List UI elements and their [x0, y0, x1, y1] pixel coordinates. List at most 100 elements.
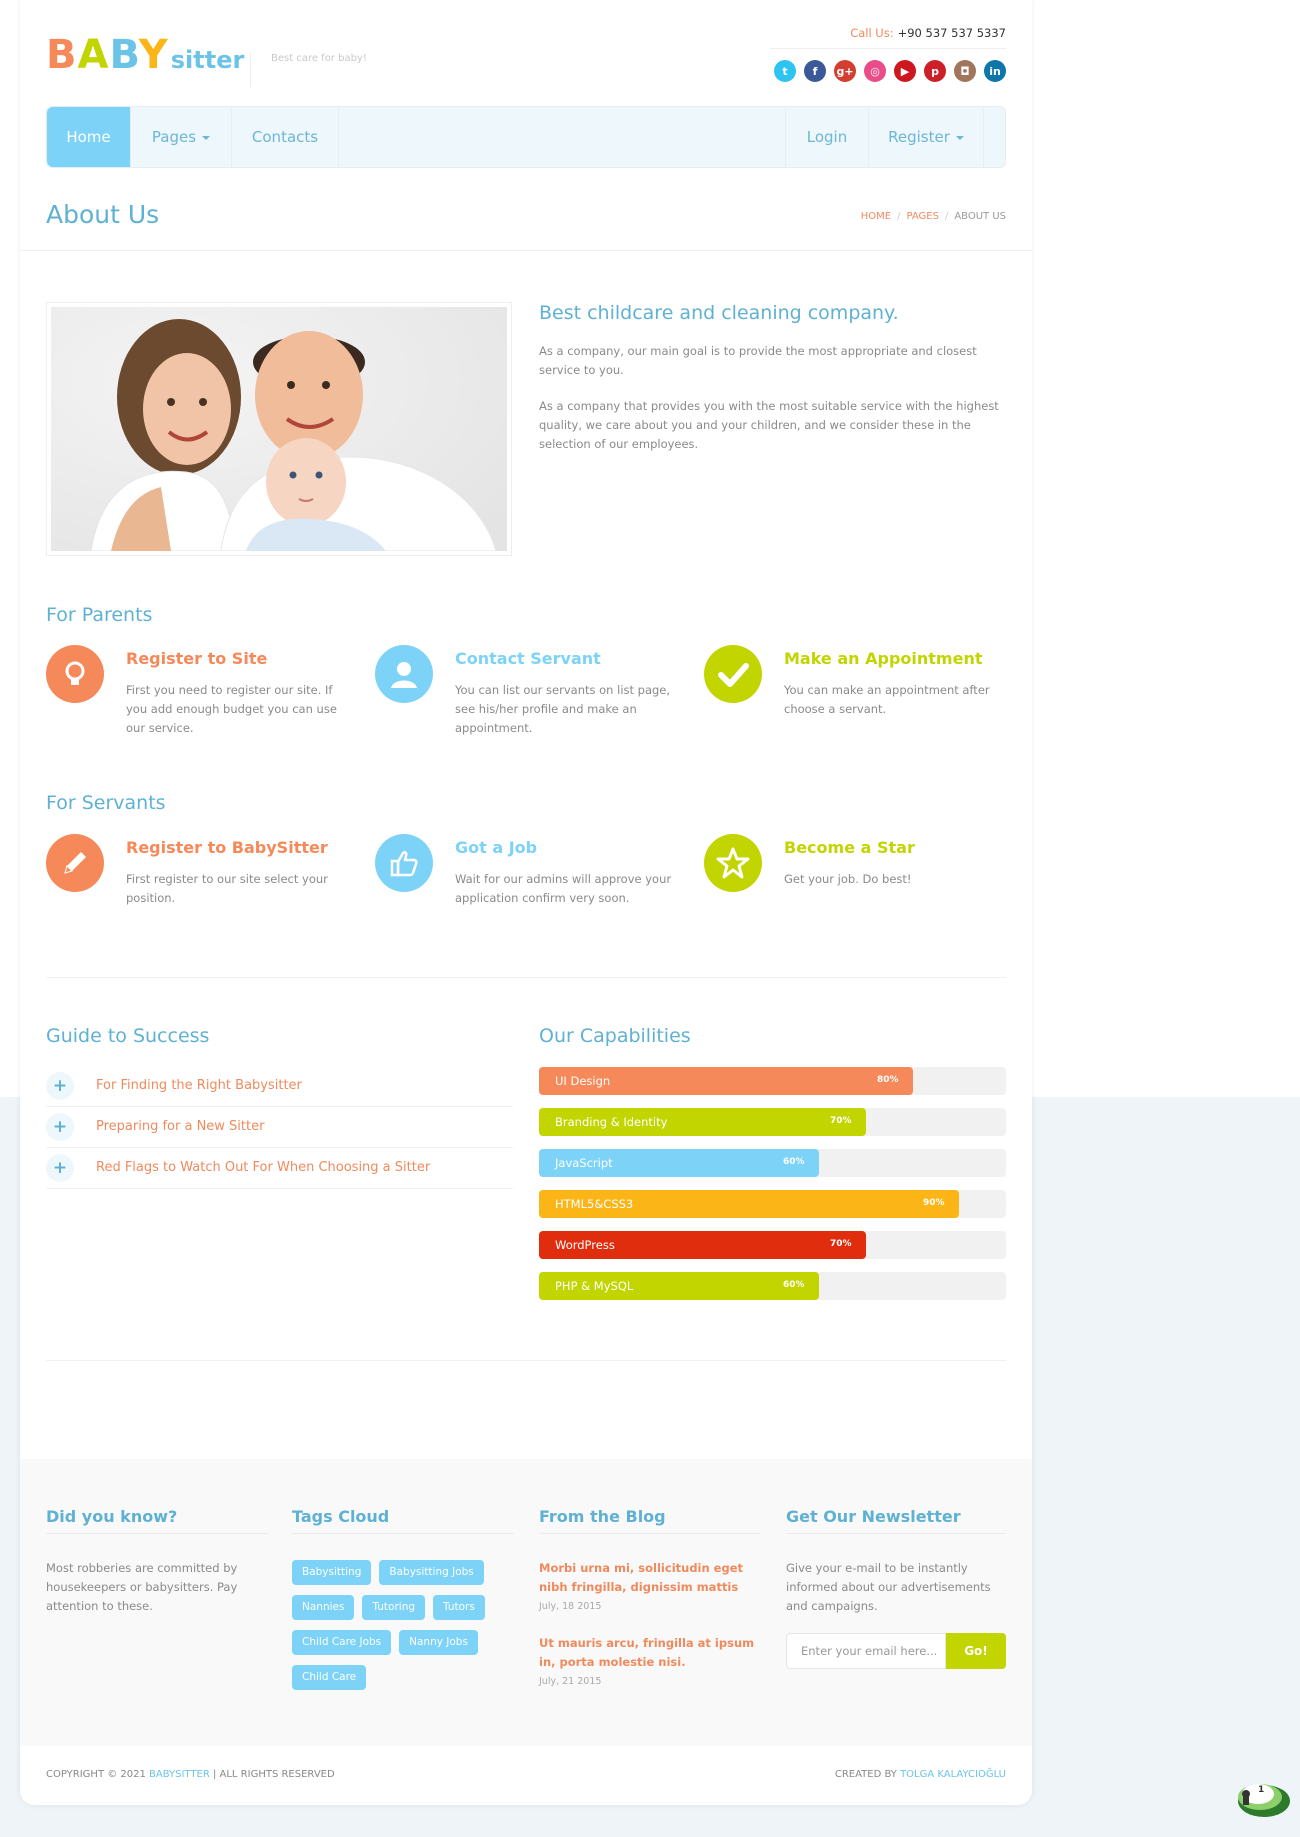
- accordion-item[interactable]: + For Finding the Right Babysitter: [46, 1066, 513, 1107]
- servants-feature: Register to BabySitter First register to …: [46, 834, 346, 954]
- lightbulb-icon: [46, 645, 104, 703]
- divider: [20, 250, 1032, 251]
- progress-bar: Branding & Identity 70%: [539, 1108, 1006, 1136]
- logo-sub-text: sitter: [170, 46, 245, 74]
- twitter-icon[interactable]: t: [774, 60, 796, 82]
- plus-icon[interactable]: +: [46, 1072, 74, 1100]
- facebook-icon[interactable]: f: [804, 60, 826, 82]
- about-paragraph-2: As a company that provides you with the …: [539, 399, 999, 451]
- accordion-item-title[interactable]: Preparing for a New Sitter: [96, 1119, 264, 1134]
- progress-bar: WordPress 70%: [539, 1231, 1006, 1259]
- created-by: CREATED BY TOLGA KALAYCIOĞLU: [835, 1769, 1006, 1780]
- social-links: t f g+ ◎ ▶ p ◘ in: [774, 60, 1006, 82]
- divider: [46, 1360, 1006, 1361]
- chat-widget-button[interactable]: 1: [1228, 1775, 1292, 1823]
- page-title: About Us: [46, 200, 160, 229]
- progress-bar: HTML5&CSS3 90%: [539, 1190, 1006, 1218]
- copyright-prefix: COPYRIGHT © 2021: [46, 1769, 146, 1780]
- accordion-item-title[interactable]: Red Flags to Watch Out For When Choosing…: [96, 1160, 430, 1175]
- chat-badge: 1: [1258, 1785, 1265, 1795]
- blog-post-title[interactable]: Ut mauris arcu, fringilla at ipsum in, p…: [539, 1634, 761, 1672]
- breadcrumb: HOME / PAGES / ABOUT US: [861, 211, 1006, 222]
- linkedin-icon[interactable]: in: [984, 60, 1006, 82]
- tag-link[interactable]: Nannies: [292, 1595, 355, 1620]
- nav-home[interactable]: Home: [47, 107, 131, 167]
- tag-link[interactable]: Nanny Jobs: [399, 1630, 478, 1655]
- parents-feature-title[interactable]: Register to Site: [126, 649, 267, 668]
- nav-contacts[interactable]: Contacts: [232, 107, 339, 167]
- progress-bar-label: PHP & MySQL: [555, 1279, 634, 1293]
- header-divider: [770, 48, 1006, 49]
- youtube-icon[interactable]: ▶: [894, 60, 916, 82]
- user-icon: [375, 645, 433, 703]
- google-plus-icon[interactable]: g+: [834, 60, 856, 82]
- progress-bar-label: WordPress: [555, 1238, 615, 1252]
- breadcrumb-home[interactable]: HOME: [861, 211, 891, 222]
- parents-feature-text: First you need to register our site. If …: [126, 683, 337, 735]
- nav-register-label: Register: [888, 128, 950, 146]
- progress-bar-label: HTML5&CSS3: [555, 1197, 634, 1211]
- servants-feature-title[interactable]: Become a Star: [784, 838, 915, 857]
- pinterest-icon[interactable]: p: [924, 60, 946, 82]
- site-logo[interactable]: BABYsitter: [46, 32, 244, 78]
- dribbble-icon[interactable]: ◎: [864, 60, 886, 82]
- breadcrumb-separator: /: [897, 211, 901, 222]
- for-parents-heading: For Parents: [46, 604, 153, 626]
- about-paragraph-1: As a company, our main goal is to provid…: [539, 344, 977, 377]
- divider: [539, 1533, 761, 1534]
- tag-link[interactable]: Tutors: [433, 1595, 485, 1620]
- did-you-know-text: Most robberies are committed by housekee…: [46, 1561, 238, 1613]
- tags-cloud-heading: Tags Cloud: [292, 1507, 390, 1526]
- created-by-prefix: CREATED BY: [834, 1769, 897, 1780]
- parents-feature: Register to Site First you need to regist…: [46, 645, 346, 765]
- call-us-label: Call Us:: [850, 26, 894, 40]
- nav-pages[interactable]: Pages: [131, 107, 232, 167]
- divider: [46, 977, 1006, 978]
- copyright-brand-link[interactable]: BABYSITTER: [149, 1769, 210, 1780]
- logo-letter: A: [77, 32, 110, 78]
- star-icon: [704, 834, 762, 892]
- newsletter-text: Give your e-mail to be instantly informe…: [786, 1561, 991, 1613]
- family-photo: [46, 302, 512, 556]
- parents-feature-text: You can make an appointment after choose…: [784, 683, 990, 716]
- tag-link[interactable]: Babysitting Jobs: [379, 1560, 484, 1585]
- nav-login[interactable]: Login: [785, 107, 869, 167]
- parents-feature: Contact Servant You can list our servants…: [375, 645, 675, 765]
- chevron-down-icon: [955, 135, 964, 140]
- parents-feature-title[interactable]: Contact Servant: [455, 649, 601, 668]
- progress-bar-percent: 60%: [783, 1157, 805, 1167]
- capabilities-heading: Our Capabilities: [539, 1025, 691, 1047]
- newsletter-email-input[interactable]: Enter your email here...: [786, 1633, 946, 1669]
- divider: [46, 1533, 268, 1534]
- progress-bar-percent: 80%: [877, 1075, 899, 1085]
- accordion-item-title[interactable]: For Finding the Right Babysitter: [96, 1078, 302, 1093]
- parents-feature-title[interactable]: Make an Appointment: [784, 649, 982, 668]
- tag-link[interactable]: Child Care: [292, 1665, 367, 1690]
- accordion-item[interactable]: + Preparing for a New Sitter: [46, 1107, 513, 1148]
- accordion-item[interactable]: + Red Flags to Watch Out For When Choosin…: [46, 1148, 513, 1189]
- breadcrumb-current: ABOUT US: [954, 211, 1006, 222]
- author-link[interactable]: TOLGA KALAYCIOĞLU: [900, 1769, 1006, 1780]
- newsletter-submit-button[interactable]: Go!: [946, 1633, 1006, 1669]
- servants-feature-text: First register to our site select your p…: [126, 872, 328, 905]
- servants-feature-title[interactable]: Register to BabySitter: [126, 838, 328, 857]
- servants-feature: Become a Star Get your job. Do best!: [704, 834, 1004, 954]
- tag-link[interactable]: Child Care Jobs: [292, 1630, 392, 1655]
- newsletter-heading: Get Our Newsletter: [786, 1507, 961, 1526]
- blog-post-title[interactable]: Morbi urna mi, sollicitudin eget nibh fr…: [539, 1559, 761, 1597]
- site-tagline: Best care for baby!: [250, 53, 367, 87]
- nav-register[interactable]: Register: [869, 107, 984, 167]
- plus-icon[interactable]: +: [46, 1154, 74, 1182]
- progress-bar-percent: 70%: [830, 1116, 852, 1126]
- blog-heading: From the Blog: [539, 1507, 666, 1526]
- thumbs-up-icon: [375, 834, 433, 892]
- main-navbar: Home Pages Contacts Login Register: [46, 106, 1006, 168]
- tag-link[interactable]: Babysitting: [292, 1560, 372, 1585]
- breadcrumb-pages[interactable]: PAGES: [906, 211, 938, 222]
- instagram-icon[interactable]: ◘: [954, 60, 976, 82]
- guide-heading: Guide to Success: [46, 1025, 210, 1047]
- tag-link[interactable]: Tutoring: [362, 1595, 426, 1620]
- plus-icon[interactable]: +: [46, 1113, 74, 1141]
- logo-main-text: BABY: [46, 32, 169, 78]
- servants-feature-title[interactable]: Got a Job: [455, 838, 537, 857]
